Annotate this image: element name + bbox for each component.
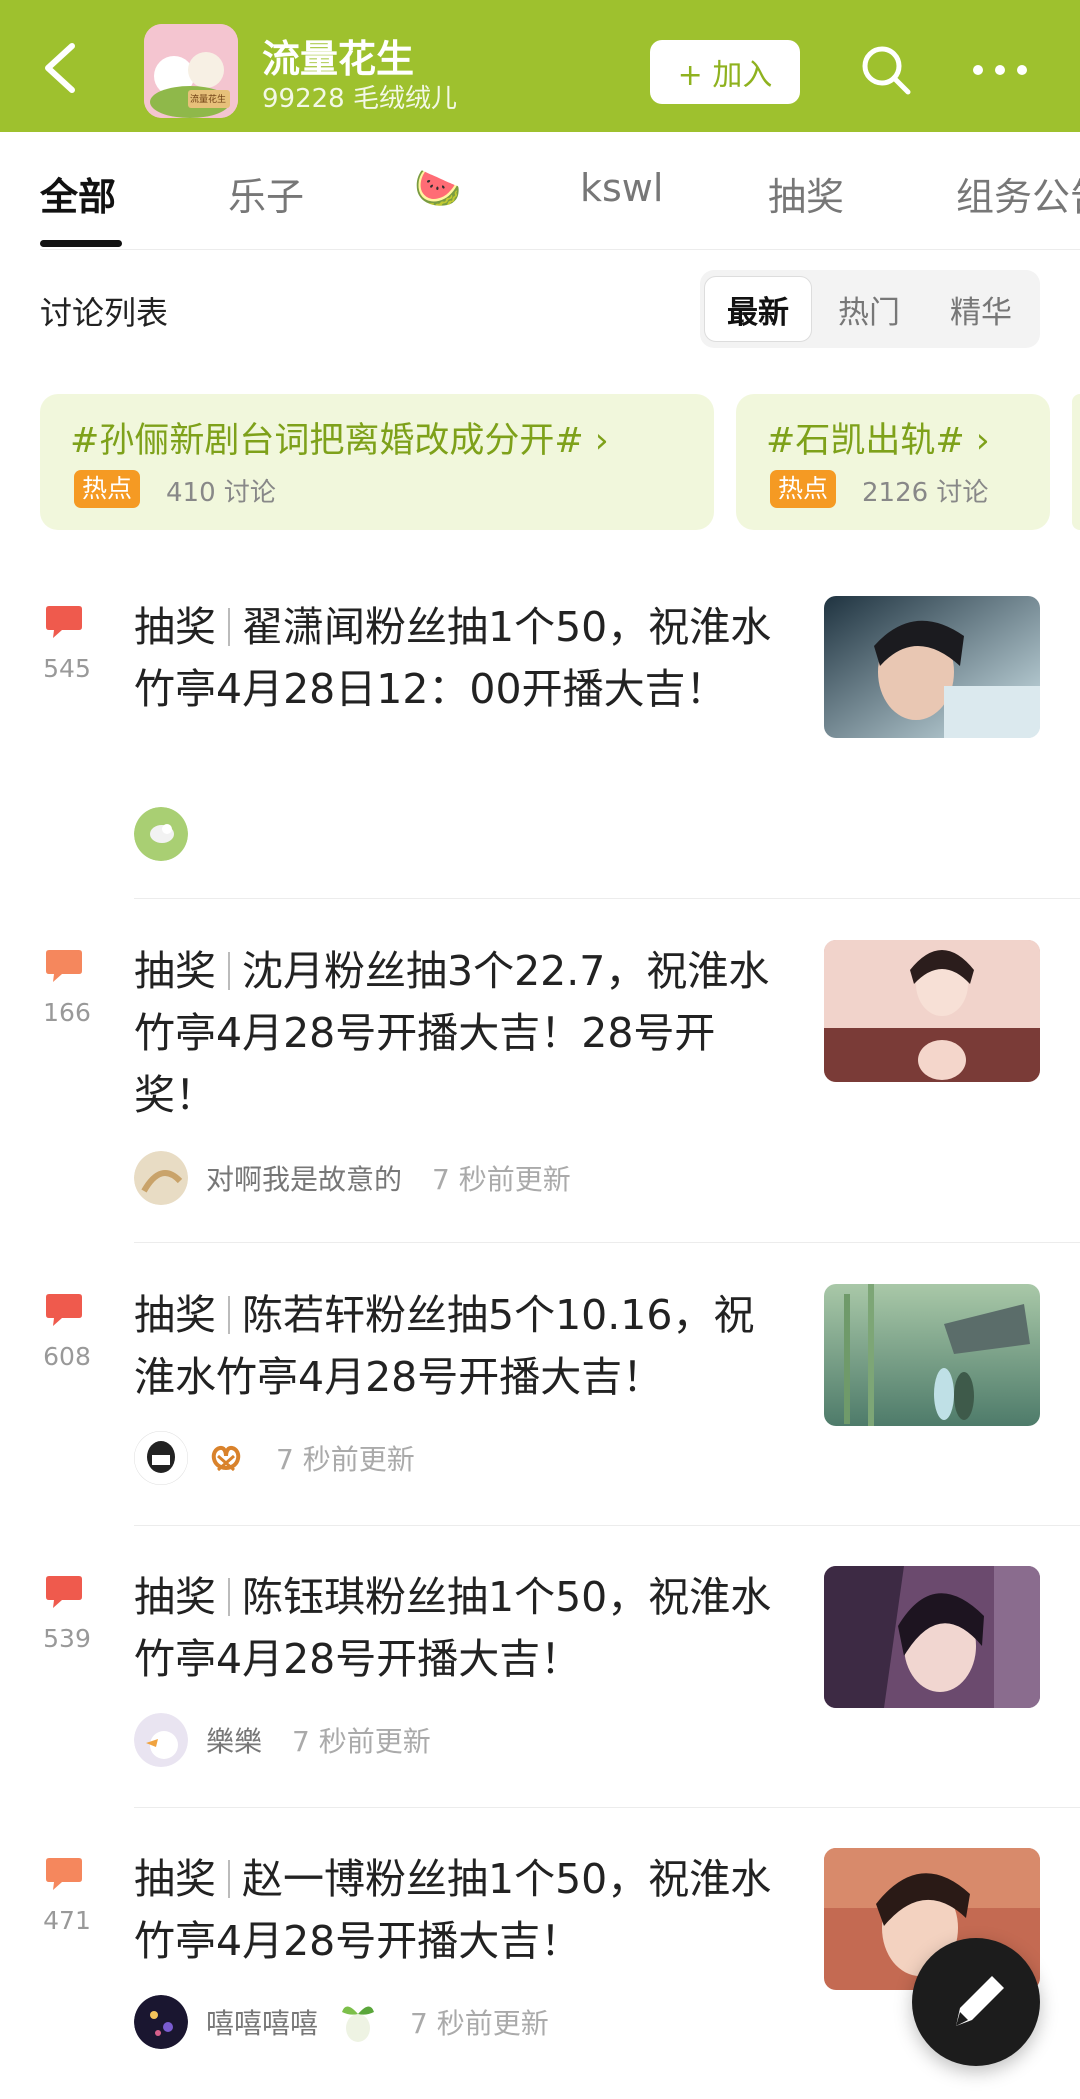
post-tag: 抽奖: [134, 1573, 216, 1621]
post-meta: 嘻嘻嘻嘻 7 秒前更新: [134, 1994, 549, 2050]
tab-lottery[interactable]: 抽奖: [768, 166, 844, 221]
post-divider: [134, 1525, 1080, 1526]
active-tab-indicator: [40, 240, 122, 247]
comment-bubble-icon: [46, 950, 82, 982]
post-meta: 樂樂 7 秒前更新: [134, 1712, 431, 1768]
username[interactable]: 对啊我是故意的: [206, 1158, 402, 1198]
comment-count: 539: [43, 1624, 91, 1653]
user-avatar[interactable]: [134, 807, 188, 861]
group-avatar[interactable]: 流量花生: [144, 24, 238, 118]
comment-bubble-icon: [46, 1858, 82, 1890]
sort-latest-button[interactable]: 最新: [704, 276, 812, 342]
discussion-list-label: 讨论列表: [40, 294, 169, 332]
back-arrow-icon[interactable]: [36, 40, 84, 96]
comment-bubble-icon: [46, 606, 82, 638]
post-divider: [134, 898, 1080, 899]
more-options-icon[interactable]: [968, 52, 1032, 88]
post-divider: [134, 1242, 1080, 1243]
topic-discussion-count: 2126 讨论: [862, 478, 989, 508]
topic-title: #石凯出轨# ›: [766, 421, 990, 461]
hot-topic-card[interactable]: #石凯出轨# › 热点 2126 讨论: [736, 394, 1050, 530]
comment-count: 545: [43, 654, 91, 683]
username[interactable]: 嘻嘻嘻嘻: [206, 2002, 318, 2042]
category-tabs: 全部 乐子 🍉 kswl 抽奖 组务公告: [0, 150, 1080, 250]
post-title: 抽奖 陈钰琪粉丝抽1个50，祝淮水竹亭4月28号开播大吉！: [134, 1566, 794, 1690]
user-avatar[interactable]: [134, 1151, 188, 1205]
update-time: 7 秒前更新: [276, 1443, 415, 1476]
post-divider: [134, 1807, 1080, 1808]
post-item[interactable]: 166 抽奖 沈月粉丝抽3个22.7，祝淮水竹亭4月28号开播大吉！28号开奖！ …: [0, 940, 1080, 1240]
comment-bubble-icon: [46, 1576, 82, 1608]
pretzel-badge-icon: [211, 1445, 241, 1472]
post-title: 抽奖 翟潇闻粉丝抽1个50，祝淮水竹亭4月28日12：00开播大吉！: [134, 596, 794, 720]
sort-toggle: 最新 热门 精华: [700, 270, 1040, 348]
tabs-divider: [40, 249, 1080, 250]
update-time: 7 秒前更新: [292, 1725, 431, 1758]
post-item[interactable]: 608 抽奖 陈若轩粉丝抽5个10.16，祝淮水竹亭4月28号开播大吉！ 7 秒前…: [0, 1284, 1080, 1524]
post-meta: [134, 806, 188, 862]
group-header: 流量花生 流量花生 99228 毛绒绒儿 + 加入: [0, 0, 1080, 132]
user-avatar[interactable]: [134, 1431, 188, 1485]
comment-bubble-icon: [46, 1294, 82, 1326]
group-name: 流量花生: [262, 37, 415, 81]
post-item[interactable]: 539 抽奖 陈钰琪粉丝抽1个50，祝淮水竹亭4月28号开播大吉！ 樂樂 7 秒前…: [0, 1566, 1080, 1806]
comment-count: 471: [43, 1906, 91, 1935]
search-icon[interactable]: [858, 42, 914, 98]
post-tag: 抽奖: [134, 947, 216, 995]
sprout-badge-icon: [342, 2006, 375, 2042]
hot-badge: 热点: [74, 470, 141, 508]
compose-post-button[interactable]: [912, 1938, 1040, 2066]
group-member-count: 99228 毛绒绒儿: [262, 84, 457, 114]
tab-kswl[interactable]: kswl: [580, 166, 663, 210]
topic-discussion-count: 410 讨论: [166, 478, 276, 508]
comment-count: 608: [43, 1342, 91, 1371]
post-thumbnail[interactable]: [824, 1566, 1040, 1708]
tab-watermelon[interactable]: 🍉: [414, 166, 461, 211]
update-time: 7 秒前更新: [432, 1163, 571, 1196]
avatar-sign-text: 流量花生: [190, 95, 227, 105]
hot-badge: 热点: [770, 470, 837, 508]
post-thumbnail[interactable]: [824, 1284, 1040, 1426]
user-avatar[interactable]: [134, 1713, 188, 1767]
post-title: 抽奖 赵一博粉丝抽1个50，祝淮水竹亭4月28号开播大吉！: [134, 1848, 794, 1972]
topic-title: #孙俪新剧台词把离婚改成分开# ›: [70, 421, 609, 461]
comment-count: 166: [43, 998, 91, 1027]
post-item[interactable]: 545 抽奖 翟潇闻粉丝抽1个50，祝淮水竹亭4月28日12：00开播大吉！: [0, 596, 1080, 896]
sort-hot-button[interactable]: 热门: [814, 276, 924, 342]
post-meta: 7 秒前更新: [134, 1430, 415, 1486]
post-title: 抽奖 陈若轩粉丝抽5个10.16，祝淮水竹亭4月28号开播大吉！: [134, 1284, 794, 1408]
pencil-icon: [956, 1976, 1004, 2026]
tab-announcements[interactable]: 组务公告: [956, 166, 1080, 221]
post-meta: 对啊我是故意的 7 秒前更新: [134, 1150, 571, 1206]
join-button[interactable]: + 加入: [650, 40, 800, 104]
sort-featured-button[interactable]: 精华: [926, 276, 1036, 342]
tab-fun[interactable]: 乐子: [228, 166, 304, 221]
post-tag: 抽奖: [134, 603, 216, 651]
post-thumbnail[interactable]: [824, 940, 1040, 1082]
hot-topic-card-peek: [1072, 394, 1080, 530]
username[interactable]: 樂樂: [206, 1720, 262, 1760]
update-time: 7 秒前更新: [410, 2007, 549, 2040]
post-thumbnail[interactable]: [824, 596, 1040, 738]
post-tag: 抽奖: [134, 1291, 216, 1339]
tab-all[interactable]: 全部: [40, 166, 116, 221]
user-avatar[interactable]: [134, 1995, 188, 2049]
post-tag: 抽奖: [134, 1855, 216, 1903]
hot-topic-card[interactable]: #孙俪新剧台词把离婚改成分开# › 热点 410 讨论: [40, 394, 714, 530]
post-title: 抽奖 沈月粉丝抽3个22.7，祝淮水竹亭4月28号开播大吉！28号开奖！: [134, 940, 794, 1126]
